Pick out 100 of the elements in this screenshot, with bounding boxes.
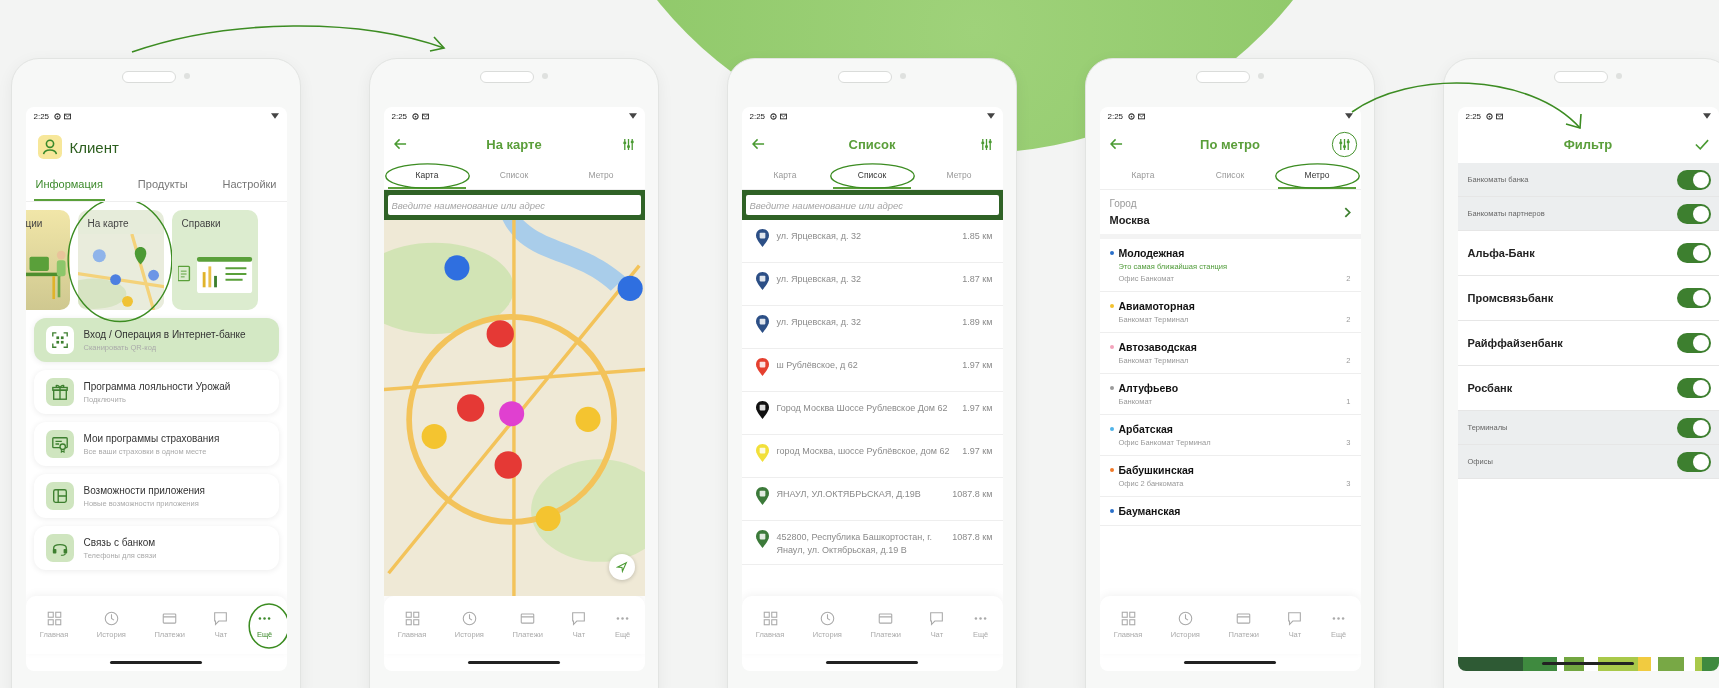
place-row[interactable]: 452800, Республика Башкортостан, г. Янаул, ул. Октябрьская, д.19 В 1087.8 км [741,521,1003,565]
status-circle-icon [1128,112,1136,120]
back-arrow-icon[interactable] [1109,138,1123,150]
station-name: Молодежная [1118,247,1185,259]
toggle-switch[interactable] [1676,203,1711,224]
avatar-icon[interactable] [37,135,62,159]
place-address: ул. Ярцевская, д. 32 [776,273,863,286]
status-circle-icon [54,112,62,120]
menu-item-title: Связь с банком [83,536,157,548]
toggle-switch[interactable] [1676,243,1711,263]
tab[interactable]: Настройки [220,169,279,201]
feature-card[interactable]: На карте [77,210,164,310]
toggle-switch[interactable] [1676,169,1711,190]
back-arrow-icon[interactable] [751,138,765,150]
status-time: 2:25 [1465,111,1482,121]
tab[interactable]: Карта [1103,163,1183,189]
place-row[interactable]: ул. Ярцевская, д. 32 1.87 км [741,263,1003,306]
place-row[interactable]: ш Рублёвское, д 62 1.97 км [741,349,1003,392]
speaker [1196,71,1250,83]
status-circle-icon [1486,112,1494,120]
menu-item-title: Вход / Операция в Интернет-банке [83,328,246,340]
filter-label: Райффайзенбанк [1467,337,1563,349]
back-arrow-icon[interactable] [393,138,407,150]
profile-name: Клиент [69,138,119,156]
speaker [1554,71,1608,83]
speaker [122,71,176,83]
wifi-icon [986,113,995,119]
tab[interactable]: Продукты [135,169,190,201]
feature-card[interactable]: Справки [171,210,258,310]
menu-item-title: Мои программы страхования [83,432,220,444]
toggle-switch[interactable] [1676,333,1711,353]
tab[interactable]: Карта [745,163,825,189]
station-name: Автозаводская [1118,341,1197,353]
city-value: Москва [1109,214,1151,226]
checkmark-icon[interactable] [1694,138,1709,150]
status-time: 2:25 [33,111,50,121]
city-selector[interactable]: Город Москва [1099,190,1361,239]
screen-title: На карте [485,136,543,152]
menu-item-title: Возможности приложения [83,484,205,496]
tab[interactable]: Метро [561,163,641,189]
place-address: Город Москва Шоссе Рублевское Дом 62 [776,402,949,415]
tab[interactable]: Список [474,163,554,189]
place-row[interactable]: Город Москва Шоссе Рублевское Дом 62 1.97 км [741,392,1003,435]
toggle-switch[interactable] [1676,288,1711,308]
card-title: Справки [180,217,222,229]
grid-icon [762,611,778,626]
place-row[interactable]: ЯНАУЛ, УЛ.ОКТЯБРЬСКАЯ, Д.19В 1087.8 км [741,478,1003,521]
card-icon [162,611,178,626]
chat-icon [929,611,945,626]
station-name: Бауманская [1118,505,1181,517]
filter-sliders-icon[interactable] [621,137,635,151]
place-row[interactable]: ул. Ярцевская, д. 32 1.89 км [741,306,1003,349]
city-label: Город [1109,198,1138,209]
place-address: ул. Ярцевская, д. 32 [776,230,863,243]
gift-icon [50,383,69,401]
filter-sliders-icon[interactable] [1337,137,1351,151]
place-distance: 1.97 км [962,402,993,415]
card-title: На карте [86,217,130,229]
place-distance: 1.89 км [962,316,993,329]
card-icon [520,611,536,626]
toggle-switch[interactable] [1676,451,1711,472]
place-address: ул. Ярцевская, д. 32 [776,316,863,329]
tab[interactable]: Метро [919,163,999,189]
camera-dot [900,73,906,79]
feature-card[interactable]: ции [25,210,70,310]
chat-icon [1287,611,1303,626]
filter-label: Альфа-Банк [1467,247,1535,259]
wifi-icon [628,113,637,119]
toggle-switch[interactable] [1676,378,1711,398]
tab[interactable]: Список [1190,163,1270,189]
card-icon [878,611,894,626]
wifi-icon [1344,113,1353,119]
app-icon [50,487,69,505]
grid-icon [1120,611,1136,626]
wifi-icon [270,113,279,119]
camera-dot [542,73,548,79]
clock-icon [103,611,119,626]
search-field[interactable]: Введите наименование или адрес [387,195,641,215]
tab[interactable]: Информация [33,169,105,201]
mail-icon [1138,112,1146,120]
camera-dot [1616,73,1622,79]
menu-item-title: Программа лояльности Урожай [83,380,231,392]
search-field[interactable]: Введите наименование или адрес [745,195,999,215]
place-distance: 1.97 км [962,359,993,372]
toggle-switch[interactable] [1676,417,1711,438]
place-row[interactable]: город Москва, шоссе Рублёвское, дом 62 1.97 км [741,435,1003,478]
speaker [838,71,892,83]
certificate-icon [50,435,69,453]
card-title: ции [25,217,44,229]
status-time: 2:25 [391,111,408,121]
clock-icon [819,611,835,626]
station-row[interactable]: Бауманская [1099,497,1361,526]
chat-icon [213,611,229,626]
filter-sliders-icon[interactable] [979,137,993,151]
mail-icon [64,112,72,120]
grid-icon [404,611,420,626]
place-row[interactable]: ул. Ярцевская, д. 32 1.85 км [741,220,1003,263]
filter-label: Промсвязьбанк [1467,292,1554,304]
speaker [480,71,534,83]
camera-dot [184,73,190,79]
